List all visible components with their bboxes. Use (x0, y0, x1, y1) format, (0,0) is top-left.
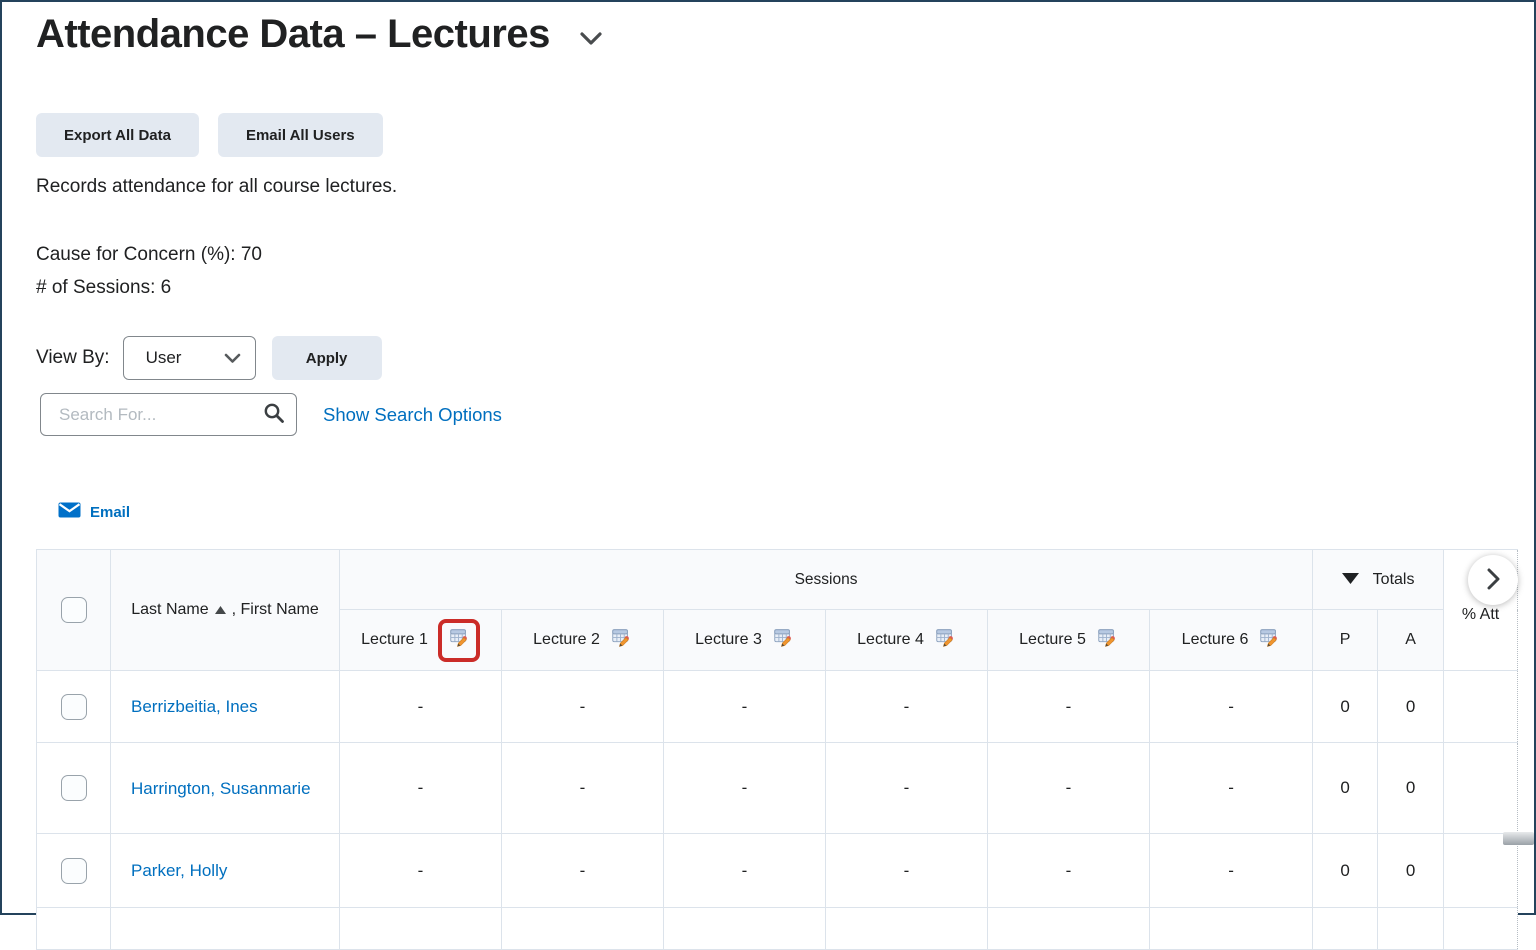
summary-block: Cause for Concern (%): 70 # of Sessions:… (36, 238, 262, 304)
envelope-icon (58, 502, 81, 523)
present-total-cell: 0 (1312, 833, 1379, 908)
table-row: Parker, Holly - - - - - - 0 0 (36, 833, 1519, 908)
present-total-cell: 0 (1312, 742, 1379, 834)
lecture-1-header: Lecture 1 (339, 609, 502, 671)
apply-button[interactable]: Apply (271, 336, 382, 380)
lecture-6-header: Lecture 6 (1148, 609, 1314, 671)
name-column-header[interactable]: Last Name , First Name (110, 549, 340, 671)
session-cell: - (987, 670, 1150, 743)
lecture-5-label: Lecture 5 (1019, 631, 1086, 648)
cause-for-concern-text: Cause for Concern (%): 70 (36, 244, 262, 265)
session-edit-icon[interactable] (610, 627, 632, 654)
session-cell: - (501, 742, 664, 834)
session-edit-icon[interactable] (448, 627, 470, 654)
absent-column-header: A (1377, 609, 1445, 671)
absent-total-cell: 0 (1377, 670, 1445, 743)
absent-total-cell: 0 (1377, 833, 1445, 908)
pct-attendance-cell (1443, 742, 1519, 834)
page-header: Attendance Data – Lectures (36, 8, 602, 60)
session-cell: - (501, 833, 664, 908)
view-by-row: View By: User Apply (36, 336, 382, 380)
search-button[interactable] (257, 398, 291, 431)
scroll-columns-next-button[interactable] (1468, 555, 1518, 605)
absent-total-cell: 0 (1377, 742, 1445, 834)
search-row: Show Search Options (40, 393, 502, 436)
last-name-sort-label: Last Name (131, 601, 209, 618)
chevron-down-icon (224, 348, 241, 368)
page-description: Records attendance for all course lectur… (36, 176, 398, 197)
email-all-users-button[interactable]: Email All Users (217, 113, 383, 157)
present-column-header: P (1312, 609, 1379, 671)
row-checkbox[interactable] (60, 693, 87, 720)
sort-ascending-icon (214, 601, 226, 619)
lecture-4-header: Lecture 4 (825, 609, 988, 671)
chevron-right-icon (1487, 568, 1500, 593)
session-cell: - (339, 833, 502, 908)
view-by-label: View By: (36, 347, 110, 368)
session-cell: - (501, 670, 664, 743)
lecture-5-header: Lecture 5 (987, 609, 1150, 671)
show-search-options-link[interactable]: Show Search Options (323, 404, 502, 426)
totals-group-header: Totals (1312, 549, 1445, 610)
session-cell: - (663, 833, 826, 908)
session-cell: - (825, 670, 988, 743)
lecture-2-header: Lecture 2 (501, 609, 664, 671)
session-cell: - (825, 742, 988, 834)
email-link-label: Email (90, 504, 131, 521)
session-cell: - (1148, 742, 1314, 834)
present-total-cell: 0 (1312, 670, 1379, 743)
scrollbar-thumb[interactable] (1503, 832, 1534, 845)
totals-label: Totals (1372, 570, 1415, 588)
pct-attendance-cell (1443, 670, 1519, 743)
search-field-wrap (40, 393, 297, 436)
table-row: Harrington, Susanmarie - - - - - - 0 0 (36, 742, 1519, 834)
lecture-3-label: Lecture 3 (695, 631, 762, 648)
page-title: Attendance Data – Lectures (36, 12, 550, 56)
student-name-link[interactable]: Harrington, Susanmarie (131, 779, 311, 798)
num-sessions-text: # of Sessions: 6 (36, 277, 172, 298)
session-edit-icon[interactable] (934, 627, 956, 654)
chevron-down-icon[interactable] (580, 32, 602, 50)
table-row: Berrizbeitia, Ines - - - - - - 0 0 (36, 670, 1519, 743)
table-row-partial (36, 907, 1519, 950)
lecture-1-label: Lecture 1 (361, 631, 428, 648)
session-edit-icon[interactable] (772, 627, 794, 654)
view-by-select[interactable]: User (122, 336, 256, 380)
lecture-6-label: Lecture 6 (1181, 631, 1249, 648)
red-highlight-annotation (437, 618, 480, 662)
view-by-selected-value: User (145, 348, 182, 367)
email-selected-link[interactable]: Email (58, 502, 130, 523)
session-edit-icon[interactable] (1258, 627, 1280, 654)
first-name-label: , First Name (231, 601, 319, 618)
session-cell: - (339, 670, 502, 743)
session-cell: - (663, 742, 826, 834)
session-cell: - (663, 670, 826, 743)
session-cell: - (987, 742, 1150, 834)
action-button-bar: Export All Data Email All Users (36, 113, 383, 157)
export-all-data-button[interactable]: Export All Data (36, 113, 199, 157)
lecture-2-label: Lecture 2 (533, 631, 600, 648)
student-name-link[interactable]: Parker, Holly (131, 861, 227, 880)
session-cell: - (1148, 833, 1314, 908)
student-name-link[interactable]: Berrizbeitia, Ines (131, 697, 258, 716)
lecture-4-label: Lecture 4 (857, 631, 924, 648)
search-icon (263, 402, 285, 427)
session-edit-icon[interactable] (1096, 627, 1118, 654)
session-cell: - (339, 742, 502, 834)
session-cell: - (1148, 670, 1314, 743)
attendance-table: Last Name , First Name Sessions Totals %… (36, 549, 1519, 950)
row-checkbox[interactable] (60, 775, 87, 801)
lecture-3-header: Lecture 3 (663, 609, 826, 671)
select-all-checkbox[interactable] (60, 597, 87, 623)
select-all-header-cell (36, 549, 111, 671)
triangle-down-icon (1341, 571, 1359, 589)
row-checkbox[interactable] (60, 857, 87, 884)
session-cell: - (987, 833, 1150, 908)
sessions-group-header: Sessions (338, 549, 1314, 610)
session-cell: - (825, 833, 988, 908)
